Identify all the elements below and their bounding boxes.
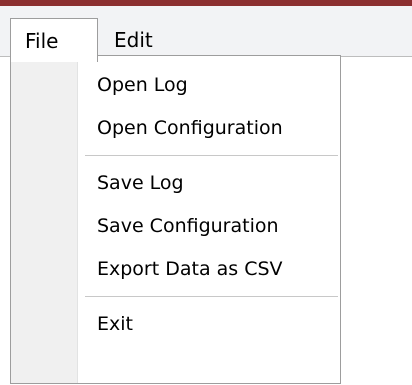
- menu-items: Open Log Open Configuration Save Log Sav…: [11, 64, 340, 346]
- save-log-menu-item[interactable]: Save Log: [11, 162, 340, 205]
- save-configuration-menu-item[interactable]: Save Configuration: [11, 205, 340, 248]
- menu-separator: [11, 291, 340, 303]
- menu-separator: [11, 150, 340, 162]
- menu-bar: File Edit: [0, 6, 412, 62]
- file-menu[interactable]: File: [10, 18, 98, 62]
- application-window: File Edit Open Log Open Configuration Sa…: [0, 0, 412, 385]
- open-configuration-menu-item[interactable]: Open Configuration: [11, 107, 340, 150]
- export-csv-menu-item[interactable]: Export Data as CSV: [11, 248, 340, 291]
- file-dropdown-menu: Open Log Open Configuration Save Log Sav…: [10, 55, 341, 384]
- open-log-menu-item[interactable]: Open Log: [11, 64, 340, 107]
- exit-menu-item[interactable]: Exit: [11, 303, 340, 346]
